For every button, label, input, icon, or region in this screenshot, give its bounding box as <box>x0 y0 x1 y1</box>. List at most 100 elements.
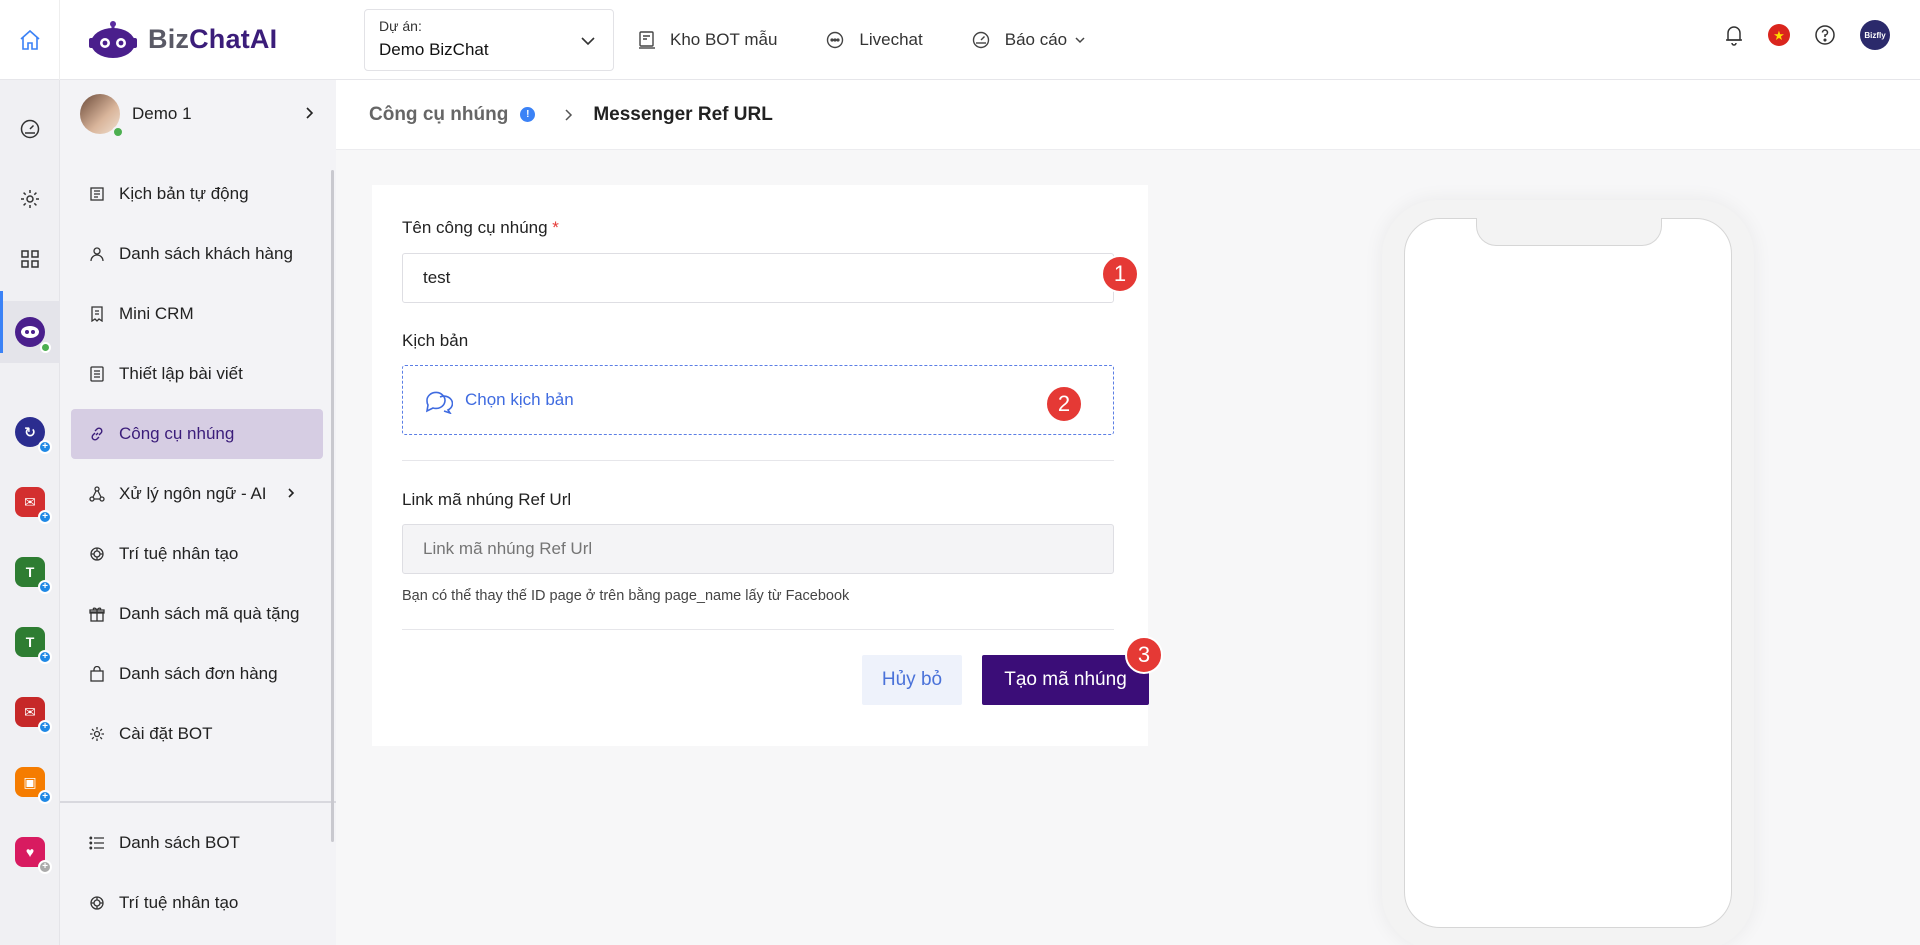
nav-livechat-label: Livechat <box>859 29 923 49</box>
chat-bubbles-icon <box>425 391 453 414</box>
page-title: Messenger Ref URL <box>593 103 773 125</box>
grid-icon <box>21 250 39 268</box>
gear-icon <box>21 190 39 208</box>
rail-app-shop[interactable]: ▣ + <box>0 767 60 804</box>
shopping-bag-app-icon: ▣ + <box>15 767 52 804</box>
brand-logo[interactable]: BizChatAI <box>88 20 364 60</box>
speedometer-icon <box>20 119 40 139</box>
phone-notch <box>1476 218 1662 246</box>
create-embed-button[interactable]: Tạo mã nhúng <box>982 655 1149 705</box>
sidebar-item-ai[interactable]: Trí tuệ nhân tạo <box>71 529 323 579</box>
sidebar-item-label: Thiết lập bài viết <box>119 364 243 383</box>
rail-app-t-1[interactable]: T + <box>0 557 60 594</box>
sidebar-item-label: Kịch bản tự động <box>119 184 249 203</box>
sidebar-item-auto-script[interactable]: Kịch bản tự động <box>71 169 323 219</box>
sidebar-item-orders[interactable]: Danh sách đơn hàng <box>71 649 323 699</box>
sidebar-item-mini-crm[interactable]: Mini CRM <box>71 289 323 339</box>
rail-app-mail-2[interactable]: ✉ + <box>0 697 60 734</box>
app-rail: ↻ + ✉ + T + T + ✉ + ▣ + ♥ + <box>0 80 60 945</box>
embed-form-card: Tên công cụ nhúng * 1 Kịch bản Chọn kịch… <box>372 185 1163 746</box>
ref-url-input[interactable] <box>402 524 1114 574</box>
sidebar-item-nlp-ai[interactable]: Xử lý ngôn ngữ - AI <box>71 469 323 519</box>
required-mark: * <box>552 218 559 237</box>
network-icon <box>89 486 105 502</box>
nav-livechat[interactable]: Livechat <box>825 29 923 50</box>
sidebar-item-bot-list[interactable]: Danh sách BOT <box>71 818 323 868</box>
project-label: Dự án: <box>379 17 422 34</box>
list-doc-icon <box>90 187 104 201</box>
breadcrumb-parent[interactable]: Công cụ nhúng <box>369 104 508 126</box>
sidebar-item-post-setup[interactable]: Thiết lập bài viết <box>71 349 323 399</box>
user-icon <box>90 247 104 262</box>
form-divider <box>402 629 1114 630</box>
t-app-icon: T + <box>15 557 52 594</box>
rail-app-2[interactable]: ↻ + <box>0 417 60 454</box>
sidebar-divider <box>60 801 336 803</box>
sidebar-item-gift-codes[interactable]: Danh sách mã quà tặng <box>71 589 323 639</box>
sidebar-item-ai-bottom[interactable]: Trí tuệ nhân tạo <box>71 878 323 928</box>
sidebar-item-label: Cài đặt BOT <box>119 724 213 743</box>
sidebar-item-customers[interactable]: Danh sách khách hàng <box>71 229 323 279</box>
step-badge-3: 3 <box>1125 636 1163 674</box>
document-icon <box>90 366 104 382</box>
cancel-button[interactable]: Hủy bỏ <box>862 655 962 705</box>
ai-knot-icon <box>90 547 104 561</box>
home-icon <box>19 29 40 50</box>
bot-template-icon <box>639 30 655 49</box>
chevron-right-icon <box>565 108 573 121</box>
gift-icon <box>89 607 105 622</box>
phone-screen <box>1404 218 1732 928</box>
rail-app-mail-1[interactable]: ✉ + <box>0 487 60 524</box>
rail-settings[interactable] <box>0 184 60 214</box>
choose-script-button[interactable]: Chọn kịch bản <box>402 365 1114 435</box>
t-app-icon: T + <box>15 627 52 664</box>
heart-app-icon: ♥ + <box>15 837 52 874</box>
bell-icon[interactable] <box>1724 24 1744 46</box>
sidebar-item-bot-settings[interactable]: Cài đặt BOT <box>71 709 323 759</box>
chevron-right-icon <box>288 488 295 498</box>
shopping-bag-icon <box>90 666 104 682</box>
rail-app-heart[interactable]: ♥ + <box>0 837 60 874</box>
sidebar-scrollbar[interactable] <box>331 170 334 842</box>
brand-name-part1: Biz <box>148 24 190 54</box>
nav-bot-templates[interactable]: Kho BOT mẫu <box>638 30 777 50</box>
top-nav: Kho BOT mẫu Livechat Báo cáo <box>638 30 1135 50</box>
rail-bizchat[interactable] <box>0 291 60 363</box>
embed-name-input[interactable] <box>402 253 1114 303</box>
ai-knot-icon <box>90 896 104 910</box>
sidebar-item-label: Danh sách khách hàng <box>119 244 293 263</box>
chevron-down-icon <box>1075 36 1085 43</box>
breadcrumb: Công cụ nhúng ! Messenger Ref URL <box>336 80 1920 150</box>
name-field-label-text: Tên công cụ nhúng <box>402 218 548 237</box>
sidebar-item-label: Danh sách đơn hàng <box>119 664 278 683</box>
brand-name: BizChatAI <box>148 24 277 55</box>
dashboard-icon <box>972 31 989 48</box>
nav-reports[interactable]: Báo cáo <box>971 30 1087 50</box>
choose-script-label: Chọn kịch bản <box>465 390 574 409</box>
step-badge-1: 1 <box>1101 255 1139 293</box>
project-select[interactable]: Dự án: Demo BizChat <box>364 8 614 71</box>
receipt-icon <box>91 306 103 322</box>
user-avatar[interactable]: Bizfly <box>1860 20 1890 50</box>
info-icon[interactable]: ! <box>520 107 536 122</box>
nav-reports-label: Báo cáo <box>1004 29 1068 49</box>
sidebar-item-embed-tools[interactable]: Công cụ nhúng <box>71 409 323 459</box>
ref-url-hint: Bạn có thể thay thế ID page ở trên bằng … <box>402 588 850 604</box>
rail-dashboard[interactable] <box>0 114 60 144</box>
script-field-label: Kịch bản <box>402 331 469 350</box>
rail-apps[interactable] <box>0 244 60 274</box>
sidebar-item-label: Công cụ nhúng <box>119 424 235 443</box>
rail-app-t-2[interactable]: T + <box>0 627 60 664</box>
mail-app-icon: ✉ + <box>15 487 52 524</box>
language-flag-icon[interactable]: ★ <box>1768 24 1790 46</box>
chevron-down-icon <box>581 36 595 45</box>
home-button[interactable] <box>0 0 60 80</box>
form-divider <box>402 460 1114 461</box>
sidebar-item-label: Trí tuệ nhân tạo <box>119 544 239 563</box>
help-icon[interactable] <box>1814 24 1836 46</box>
profile-avatar <box>80 94 124 138</box>
bot-logo-icon <box>89 20 137 58</box>
project-value: Demo BizChat <box>379 39 489 59</box>
top-right-actions: ★ Bizfly <box>1700 20 1890 50</box>
sidebar-profile[interactable]: Demo 1 <box>60 80 336 148</box>
